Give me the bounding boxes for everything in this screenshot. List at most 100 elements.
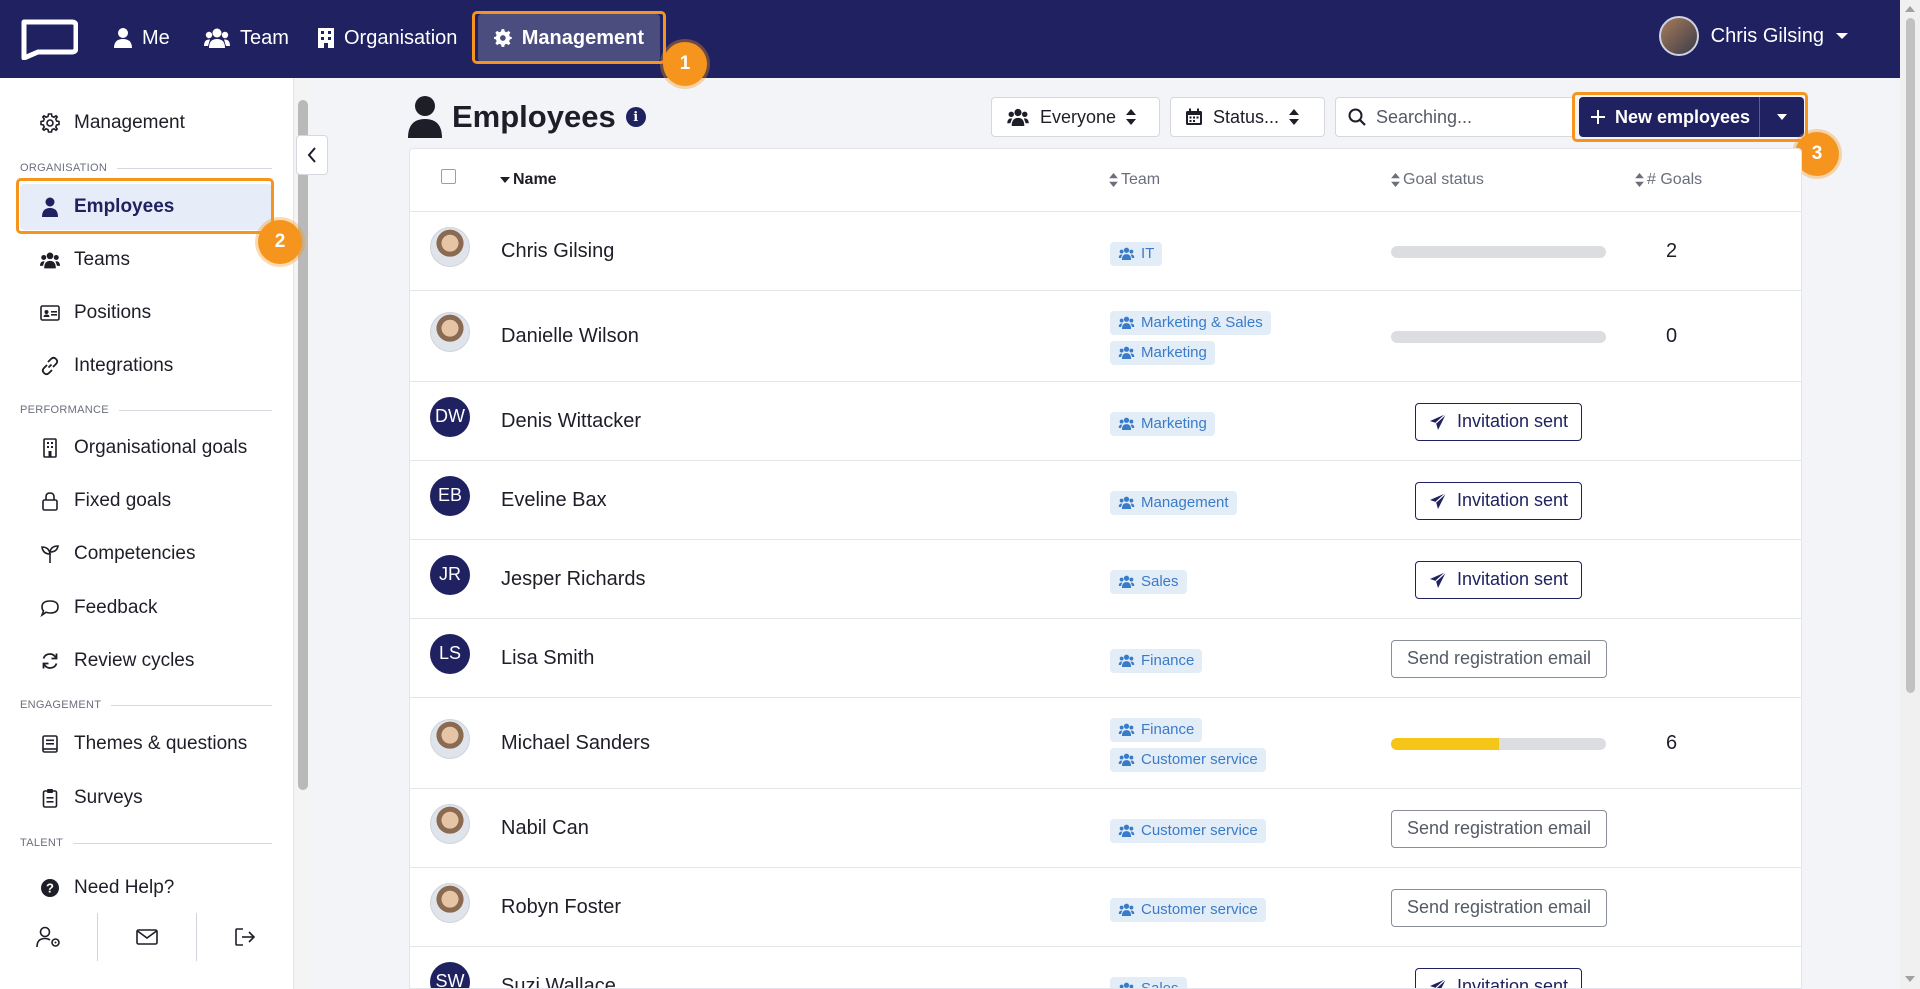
column-header-name-label: Name [513, 171, 557, 188]
search-box[interactable] [1335, 97, 1575, 137]
team-tag[interactable]: Sales [1110, 569, 1187, 594]
table-row[interactable]: EB Eveline Bax Management Invitation sent [410, 461, 1801, 540]
column-header-goals[interactable]: # Goals [1635, 171, 1702, 189]
employee-name[interactable]: Jesper Richards [501, 568, 646, 591]
invitation-sent-button[interactable]: Invitation sent [1415, 560, 1582, 599]
nav-organisation[interactable]: Organisation [302, 14, 473, 62]
avatar[interactable] [430, 226, 470, 267]
invitation-sent-button[interactable]: Invitation sent [1415, 481, 1582, 520]
send-registration-email-button[interactable]: Send registration email [1391, 809, 1607, 848]
employee-name[interactable]: Eveline Bax [501, 489, 607, 512]
sidebar-item-feedback[interactable]: Feedback [20, 585, 272, 631]
table-row[interactable]: Chris Gilsing IT 2 [410, 212, 1801, 291]
sidebar-item-management[interactable]: Management [20, 100, 272, 146]
sidebar-item-teams[interactable]: Teams [20, 237, 272, 283]
employee-name[interactable]: Lisa Smith [501, 647, 594, 670]
sidebar-item-employees[interactable]: Employees [20, 184, 272, 230]
messages-button[interactable] [98, 912, 197, 961]
sidebar-item-integrations[interactable]: Integrations [20, 343, 272, 389]
sort-desc-icon [500, 177, 510, 183]
employee-name[interactable]: Chris Gilsing [501, 240, 614, 263]
invitation-sent-label: Invitation sent [1456, 490, 1569, 510]
paper-plane-icon [1429, 571, 1447, 588]
logout-button[interactable] [197, 913, 294, 961]
search-input[interactable] [1376, 106, 1556, 128]
team-tag[interactable]: Finance [1110, 717, 1203, 742]
scroll-up-icon[interactable] [1905, 6, 1915, 12]
new-employees-dropdown-toggle[interactable] [1760, 97, 1804, 137]
employee-name[interactable]: Denis Wittacker [501, 410, 641, 433]
column-header-goal-status-label: Goal status [1403, 171, 1484, 188]
sidebar-item-surveys[interactable]: Surveys [20, 775, 272, 821]
send-registration-email-button[interactable]: Send registration email [1391, 888, 1607, 927]
employee-name[interactable]: Robyn Foster [501, 896, 621, 919]
team-tag-label: Marketing [1141, 344, 1207, 361]
invitation-sent-button[interactable]: Invitation sent [1415, 967, 1582, 988]
sidebar-item-themes-questions[interactable]: Themes & questions [20, 721, 272, 767]
team-tag[interactable]: Finance [1110, 648, 1203, 673]
column-header-team[interactable]: Team [1109, 171, 1160, 189]
team-tag[interactable]: Customer service [1110, 818, 1266, 843]
sidebar-scrollbar-thumb[interactable] [298, 100, 308, 790]
avatar[interactable] [430, 718, 470, 759]
table-row[interactable]: SW Suzi Wallace Sales Invitation sent [410, 947, 1801, 989]
sidebar-item-fixed-goals[interactable]: Fixed goals [20, 478, 272, 524]
table-row[interactable]: Michael Sanders Finance Customer service 6 [410, 698, 1801, 789]
invitation-sent-button[interactable]: Invitation sent [1415, 402, 1582, 441]
avatar[interactable]: SW [430, 961, 470, 988]
table-row[interactable]: Nabil Can Customer service Send registrati… [410, 789, 1801, 868]
avatar[interactable] [430, 882, 470, 923]
team-tag[interactable]: IT [1110, 241, 1163, 266]
employee-name[interactable]: Nabil Can [501, 817, 589, 840]
team-tag[interactable]: Customer service [1110, 897, 1266, 922]
page-scrollbar-thumb[interactable] [1906, 18, 1915, 693]
sidebar: Management ORGANISATION Employees Teams … [0, 78, 312, 989]
scroll-down-icon[interactable] [1905, 976, 1915, 982]
nav-management[interactable]: Management [478, 14, 660, 62]
team-tag[interactable]: Customer service [1110, 747, 1266, 772]
page-scrollbar[interactable] [1900, 0, 1920, 989]
team-tag[interactable]: Marketing [1110, 411, 1215, 436]
select-all-checkbox[interactable] [441, 169, 456, 184]
team-tag[interactable]: Marketing [1110, 340, 1215, 365]
avatar[interactable]: EB [430, 475, 470, 516]
sidebar-item-positions[interactable]: Positions [20, 290, 272, 336]
team-tag[interactable]: Marketing & Sales [1110, 310, 1271, 335]
employee-name[interactable]: Michael Sanders [501, 732, 650, 755]
table-row[interactable]: JR Jesper Richards Sales Invitation sent [410, 540, 1801, 619]
seedling-icon [41, 545, 59, 563]
avatar[interactable] [430, 311, 470, 352]
send-registration-email-button[interactable]: Send registration email [1391, 639, 1607, 678]
table-row[interactable]: Robyn Foster Customer service Send registr… [410, 868, 1801, 947]
info-icon[interactable]: i [625, 107, 646, 127]
users-icon [1118, 903, 1135, 916]
column-header-name[interactable]: Name [500, 171, 557, 189]
avatar[interactable] [430, 803, 470, 844]
avatar[interactable]: LS [430, 633, 470, 674]
nav-me[interactable]: Me [98, 14, 186, 62]
avatar[interactable]: JR [430, 554, 470, 595]
sidebar-item-employees-label: Employees [74, 196, 175, 217]
sidebar-item-competencies[interactable]: Competencies [20, 531, 272, 577]
table-row[interactable]: DW Denis Wittacker Marketing Invitation sen… [410, 382, 1801, 461]
status-filter-select[interactable]: Status... [1170, 97, 1325, 137]
employee-name[interactable]: Suzi Wallace [501, 975, 616, 989]
sidebar-item-review-cycles[interactable]: Review cycles [20, 638, 272, 684]
collapse-sidebar-button[interactable] [296, 135, 328, 175]
user-menu[interactable]: Chris Gilsing [1658, 16, 1848, 56]
new-employees-button[interactable]: New employees [1579, 97, 1760, 137]
table-row[interactable]: LS Lisa Smith Finance Send registration ema… [410, 619, 1801, 698]
account-settings-button[interactable] [0, 912, 99, 961]
sidebar-scrollbar[interactable] [294, 78, 312, 989]
table-row[interactable]: Danielle Wilson Marketing & Sales Marketin… [410, 291, 1801, 382]
team-filter-select[interactable]: Everyone [991, 97, 1160, 137]
app-logo[interactable] [18, 18, 78, 60]
users-icon [40, 252, 60, 269]
column-header-goal-status[interactable]: Goal status [1391, 171, 1484, 189]
sidebar-item-organisational-goals[interactable]: Organisational goals [20, 425, 272, 471]
employee-name[interactable]: Danielle Wilson [501, 325, 639, 348]
team-tag[interactable]: Sales [1110, 976, 1187, 988]
avatar[interactable]: DW [430, 396, 470, 437]
team-tag[interactable]: Management [1110, 490, 1237, 515]
nav-team[interactable]: Team [188, 14, 305, 62]
